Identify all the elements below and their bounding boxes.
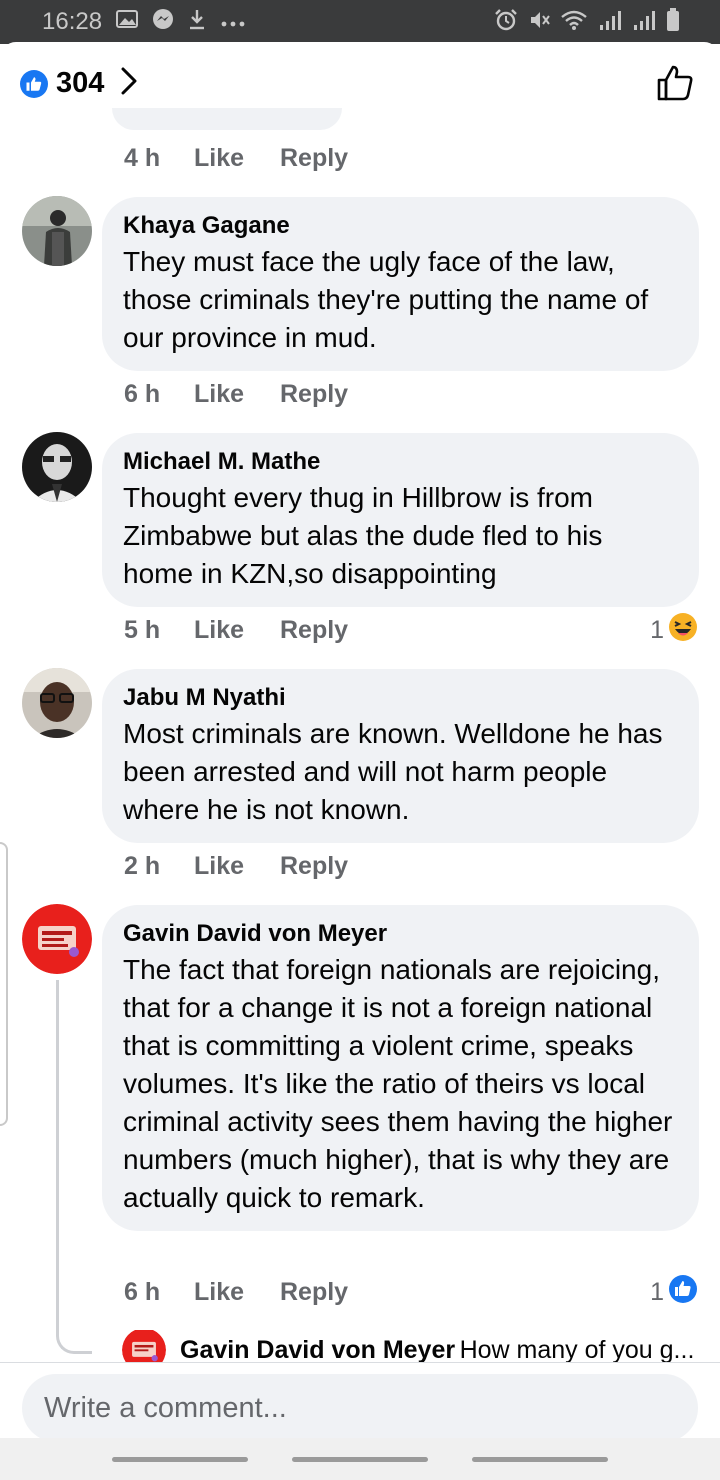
status-time: 16:28 — [42, 8, 103, 35]
avatar[interactable] — [22, 432, 92, 502]
comment-text: Most criminals are known. Welldone he ha… — [123, 718, 663, 825]
like-comment-button[interactable]: Like — [194, 616, 280, 645]
signal-icon — [632, 9, 656, 36]
reply-comment-button[interactable]: Reply — [280, 1278, 348, 1307]
comment-bubble[interactable]: Khaya Gagane They must face the ugly fac… — [102, 197, 699, 371]
comment-time: 6 h — [124, 380, 161, 408]
nav-recent-button[interactable] — [112, 1456, 248, 1462]
thread-line — [56, 980, 59, 1336]
laughing-emoji-icon — [668, 612, 698, 649]
comment-bubble[interactable]: Gavin David von Meyer The fact that fore… — [102, 905, 699, 1231]
comment-meta: 6 h Like Reply — [124, 380, 348, 409]
comment-author[interactable]: Gavin David von Meyer — [123, 919, 679, 949]
reaction-count: 1 — [650, 1278, 664, 1306]
comment-bubble[interactable] — [112, 108, 342, 130]
download-icon — [188, 8, 206, 36]
like-icon — [668, 1274, 698, 1311]
comment-reaction-count[interactable]: 1 — [650, 612, 698, 649]
like-comment-button[interactable]: Like — [194, 380, 280, 409]
like-comment-button[interactable]: Like — [194, 852, 280, 881]
nav-back-button[interactable] — [472, 1456, 608, 1462]
comment-input-wrapper[interactable] — [22, 1374, 698, 1442]
alarm-icon — [494, 8, 518, 36]
comment-bubble[interactable]: Jabu M Nyathi Most criminals are known. … — [102, 669, 699, 843]
comment-meta: 4 h Like Reply — [124, 144, 348, 173]
comment-meta: 6 h Like Reply — [124, 1278, 348, 1307]
comment-reaction-count[interactable]: 1 — [650, 1274, 698, 1311]
comment-author[interactable]: Michael M. Mathe — [123, 447, 679, 477]
comment-text: Thought every thug in Hillbrow is from Z… — [123, 482, 603, 589]
like-comment-button[interactable]: Like — [194, 1278, 280, 1307]
reply-text: How many of you g... — [459, 1335, 695, 1364]
reply-comment-button[interactable]: Reply — [280, 380, 348, 409]
reply-comment-button[interactable]: Reply — [280, 852, 348, 881]
gallery-icon — [116, 10, 139, 34]
comment-bubble[interactable]: Michael M. Mathe Thought every thug in H… — [102, 433, 699, 607]
comment-author[interactable]: Khaya Gagane — [123, 211, 679, 241]
comment-input[interactable] — [44, 1391, 664, 1425]
thread-connector — [56, 1330, 92, 1354]
status-bar: 16:28 — [0, 0, 720, 44]
mute-icon — [528, 9, 550, 36]
comment-meta: 2 h Like Reply — [124, 852, 348, 881]
comment-time: 4 h — [124, 144, 161, 172]
like-comment-button[interactable]: Like — [194, 144, 280, 173]
comment-text: The fact that foreign nationals are rejo… — [123, 954, 673, 1213]
avatar[interactable] — [22, 904, 92, 974]
reply-comment-button[interactable]: Reply — [280, 616, 348, 645]
comment-author[interactable]: Jabu M Nyathi — [123, 683, 679, 713]
system-nav-bar — [0, 1438, 720, 1480]
avatar[interactable] — [22, 668, 92, 738]
wifi-icon — [560, 9, 588, 36]
nav-home-button[interactable] — [292, 1456, 428, 1462]
comments-sheet: 304 4 h Like Reply Khaya Gagane They mus… — [0, 42, 720, 1480]
comment-time: 6 h — [124, 1278, 161, 1306]
scroll-edge-indicator — [0, 842, 8, 1126]
battery-icon — [666, 7, 680, 37]
avatar[interactable] — [22, 196, 92, 266]
comment-text: They must face the ugly face of the law,… — [123, 246, 649, 353]
comment-time: 5 h — [124, 616, 161, 644]
reply-comment-button[interactable]: Reply — [280, 144, 348, 173]
signal-icon — [598, 9, 622, 36]
messenger-icon — [152, 8, 174, 36]
comment-time: 2 h — [124, 852, 161, 880]
reaction-count: 1 — [650, 616, 664, 644]
comment-meta: 5 h Like Reply — [124, 616, 348, 645]
comment-list: 4 h Like Reply Khaya Gagane They must fa… — [0, 42, 720, 1370]
more-icon — [220, 11, 246, 34]
reply-author: Gavin David von Meyer — [180, 1335, 456, 1364]
